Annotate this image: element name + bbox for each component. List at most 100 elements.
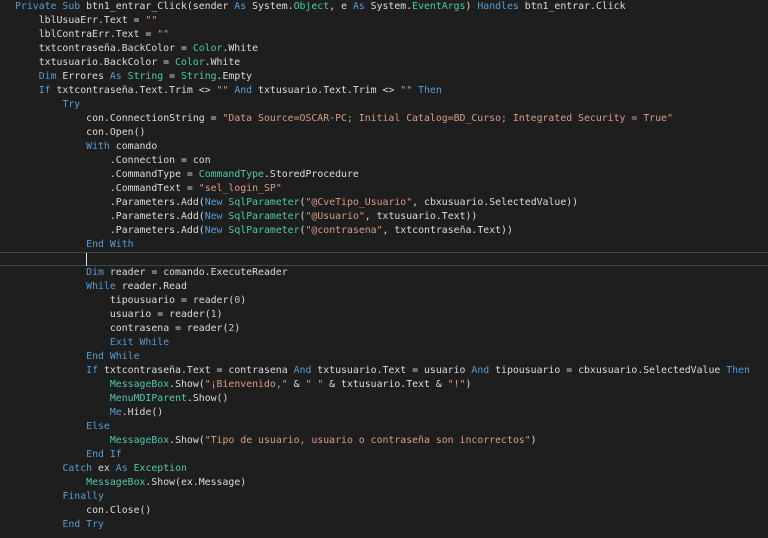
code-token-plain: .Show( (169, 435, 205, 446)
code-token-type: SqlParameter (228, 225, 300, 236)
code-token-plain: Errores (56, 71, 110, 82)
code-line[interactable]: End While (86, 350, 139, 364)
code-line[interactable]: con.Close() (86, 504, 151, 518)
code-line[interactable]: While reader.Read (86, 280, 187, 294)
code-token-kw: While (86, 281, 116, 292)
code-token-plain: reader = comando.ExecuteReader (103, 267, 288, 278)
code-token-plain: ) (465, 379, 472, 390)
code-token-kw: And (293, 365, 312, 376)
code-token-plain: , txtusuario.Text)) (364, 211, 478, 222)
code-token-type: String (180, 71, 217, 82)
code-token-plain: reader.Read (115, 281, 187, 292)
code-line[interactable]: .CommandText = "sel_login_SP" (110, 182, 282, 196)
code-token-str: "" (145, 15, 158, 26)
code-token-str: " " (305, 379, 324, 390)
code-line[interactable]: con.Open() (86, 126, 145, 140)
code-token-plain: con.Open() (86, 127, 146, 138)
code-token-type: Exception (133, 463, 187, 474)
code-line[interactable]: Else (86, 420, 110, 434)
code-token-type: Object (293, 1, 330, 12)
code-token-plain: ) (240, 295, 247, 306)
code-line[interactable]: With comando (86, 140, 157, 154)
code-token-kw: As (109, 71, 122, 82)
code-token-plain: ) (530, 435, 537, 446)
code-token-plain: tipousuario = reader( (109, 295, 235, 306)
code-token-str: "@Usuario" (305, 211, 365, 222)
code-token-kw: New (204, 225, 223, 236)
code-token-str: "" (157, 29, 170, 40)
code-token-plain: usuario = reader( (109, 309, 211, 320)
code-line[interactable]: .Connection = con (110, 154, 211, 168)
code-line[interactable]: contrasena = reader(2) (110, 322, 240, 336)
code-line[interactable]: lblUsuaErr.Text = "" (39, 14, 158, 28)
code-line[interactable]: End With (86, 238, 133, 252)
code-line[interactable]: lblContraErr.Text = "" (39, 28, 169, 42)
code-token-kw: If (86, 365, 99, 376)
code-token-plain: .White (204, 57, 241, 68)
code-token-kw: Finally (62, 491, 104, 502)
code-line[interactable]: Exit While (110, 336, 169, 350)
code-token-kw: New (204, 197, 223, 208)
code-line[interactable]: Try (62, 98, 80, 112)
code-token-plain: btn1_entrar.Click (518, 1, 626, 12)
code-token-type: Color (175, 57, 205, 68)
code-line[interactable]: txtcontraseña.BackColor = Color.White (39, 42, 258, 56)
code-line[interactable]: MessageBox.Show("Tipo de usuario, usuari… (110, 434, 537, 448)
code-token-plain: btn1_entrar_Click(sender (80, 1, 235, 12)
code-line[interactable]: tipousuario = reader(0) (110, 294, 246, 308)
code-token-plain: , txtcontraseña.Text)) (382, 225, 513, 236)
code-line[interactable]: MessageBox.Show("¡Bienvenido," & " " & t… (110, 378, 472, 392)
code-line[interactable]: If txtcontraseña.Text.Trim <> "" And txt… (39, 84, 442, 98)
code-editor[interactable]: Private Sub btn1_entrar_Click(sender As … (0, 0, 768, 538)
code-line[interactable]: Dim reader = comando.ExecuteReader (86, 266, 288, 280)
code-token-str: "sel_login_SP" (198, 183, 282, 194)
code-token-kw: And (234, 85, 253, 96)
code-token-plain: .Show() (186, 393, 229, 404)
code-token-type: EventArgs (412, 1, 466, 12)
code-token-plain: txtcontraseña.Text = contrasena (98, 365, 294, 376)
code-token-str: "¡Bienvenido," (204, 379, 288, 390)
code-line[interactable]: Finally (62, 490, 104, 504)
code-line[interactable]: End If (86, 448, 122, 462)
code-token-str: "!" (447, 379, 466, 390)
code-line[interactable]: .Parameters.Add(New SqlParameter("@CveTi… (110, 196, 578, 210)
code-line[interactable]: .CommandType = CommandType.StoredProcedu… (110, 168, 359, 182)
code-token-kw: Dim (38, 71, 57, 82)
code-token-plain: , cbxusuario.SelectedValue)) (412, 197, 579, 208)
code-token-kw: Then (726, 365, 750, 376)
code-token-kw: End With (86, 239, 134, 250)
code-token-str: "" (216, 85, 229, 96)
code-token-plain: & txtusuario.Text & (323, 379, 448, 390)
code-line[interactable]: If txtcontraseña.Text = contrasena And t… (86, 364, 750, 378)
code-line[interactable]: .Parameters.Add(New SqlParameter("@Usuar… (110, 210, 477, 224)
code-token-plain: contrasena = reader( (109, 323, 229, 334)
code-token-plain: .Empty (216, 71, 253, 82)
code-token-kw: Private Sub (15, 1, 81, 12)
code-line[interactable]: MenuMDIParent.Show() (110, 392, 229, 406)
code-token-str: "Data Source=OSCAR-PC; Initial Catalog=B… (222, 113, 673, 124)
code-token-plain: .Show( (169, 379, 205, 390)
code-token-type: Color (192, 43, 223, 54)
code-token-kw: As (115, 463, 128, 474)
code-token-plain: = (163, 71, 181, 82)
code-token-plain: ex (92, 463, 116, 474)
code-token-kw: And (471, 365, 490, 376)
code-line[interactable]: Me.Hide() (110, 406, 163, 420)
code-token-plain: , e (329, 1, 353, 12)
code-line[interactable]: MessageBox.Show(ex.Message) (86, 476, 246, 490)
code-line[interactable]: con.ConnectionString = "Data Source=OSCA… (86, 112, 673, 126)
code-line[interactable]: Catch ex As Exception (62, 462, 187, 476)
code-line[interactable]: .Parameters.Add(New SqlParameter("@contr… (110, 224, 513, 238)
code-token-plain: .White (222, 43, 259, 54)
code-token-plain: .Parameters.Add( (109, 225, 205, 236)
code-line[interactable]: End Try (62, 518, 104, 532)
code-line[interactable]: Dim Errores As String = String.Empty (39, 70, 252, 84)
code-token-type: MessageBox (109, 379, 170, 390)
code-line[interactable]: txtusuario.BackColor = Color.White (39, 56, 241, 70)
code-line[interactable]: Private Sub btn1_entrar_Click(sender As … (15, 0, 626, 14)
code-token-plain: .Show(ex.Message) (145, 477, 247, 488)
code-token-kw: End While (86, 351, 140, 362)
code-token-plain: comando (109, 141, 158, 152)
code-line[interactable]: usuario = reader(1) (110, 308, 223, 322)
code-token-kw: Try (62, 99, 81, 110)
